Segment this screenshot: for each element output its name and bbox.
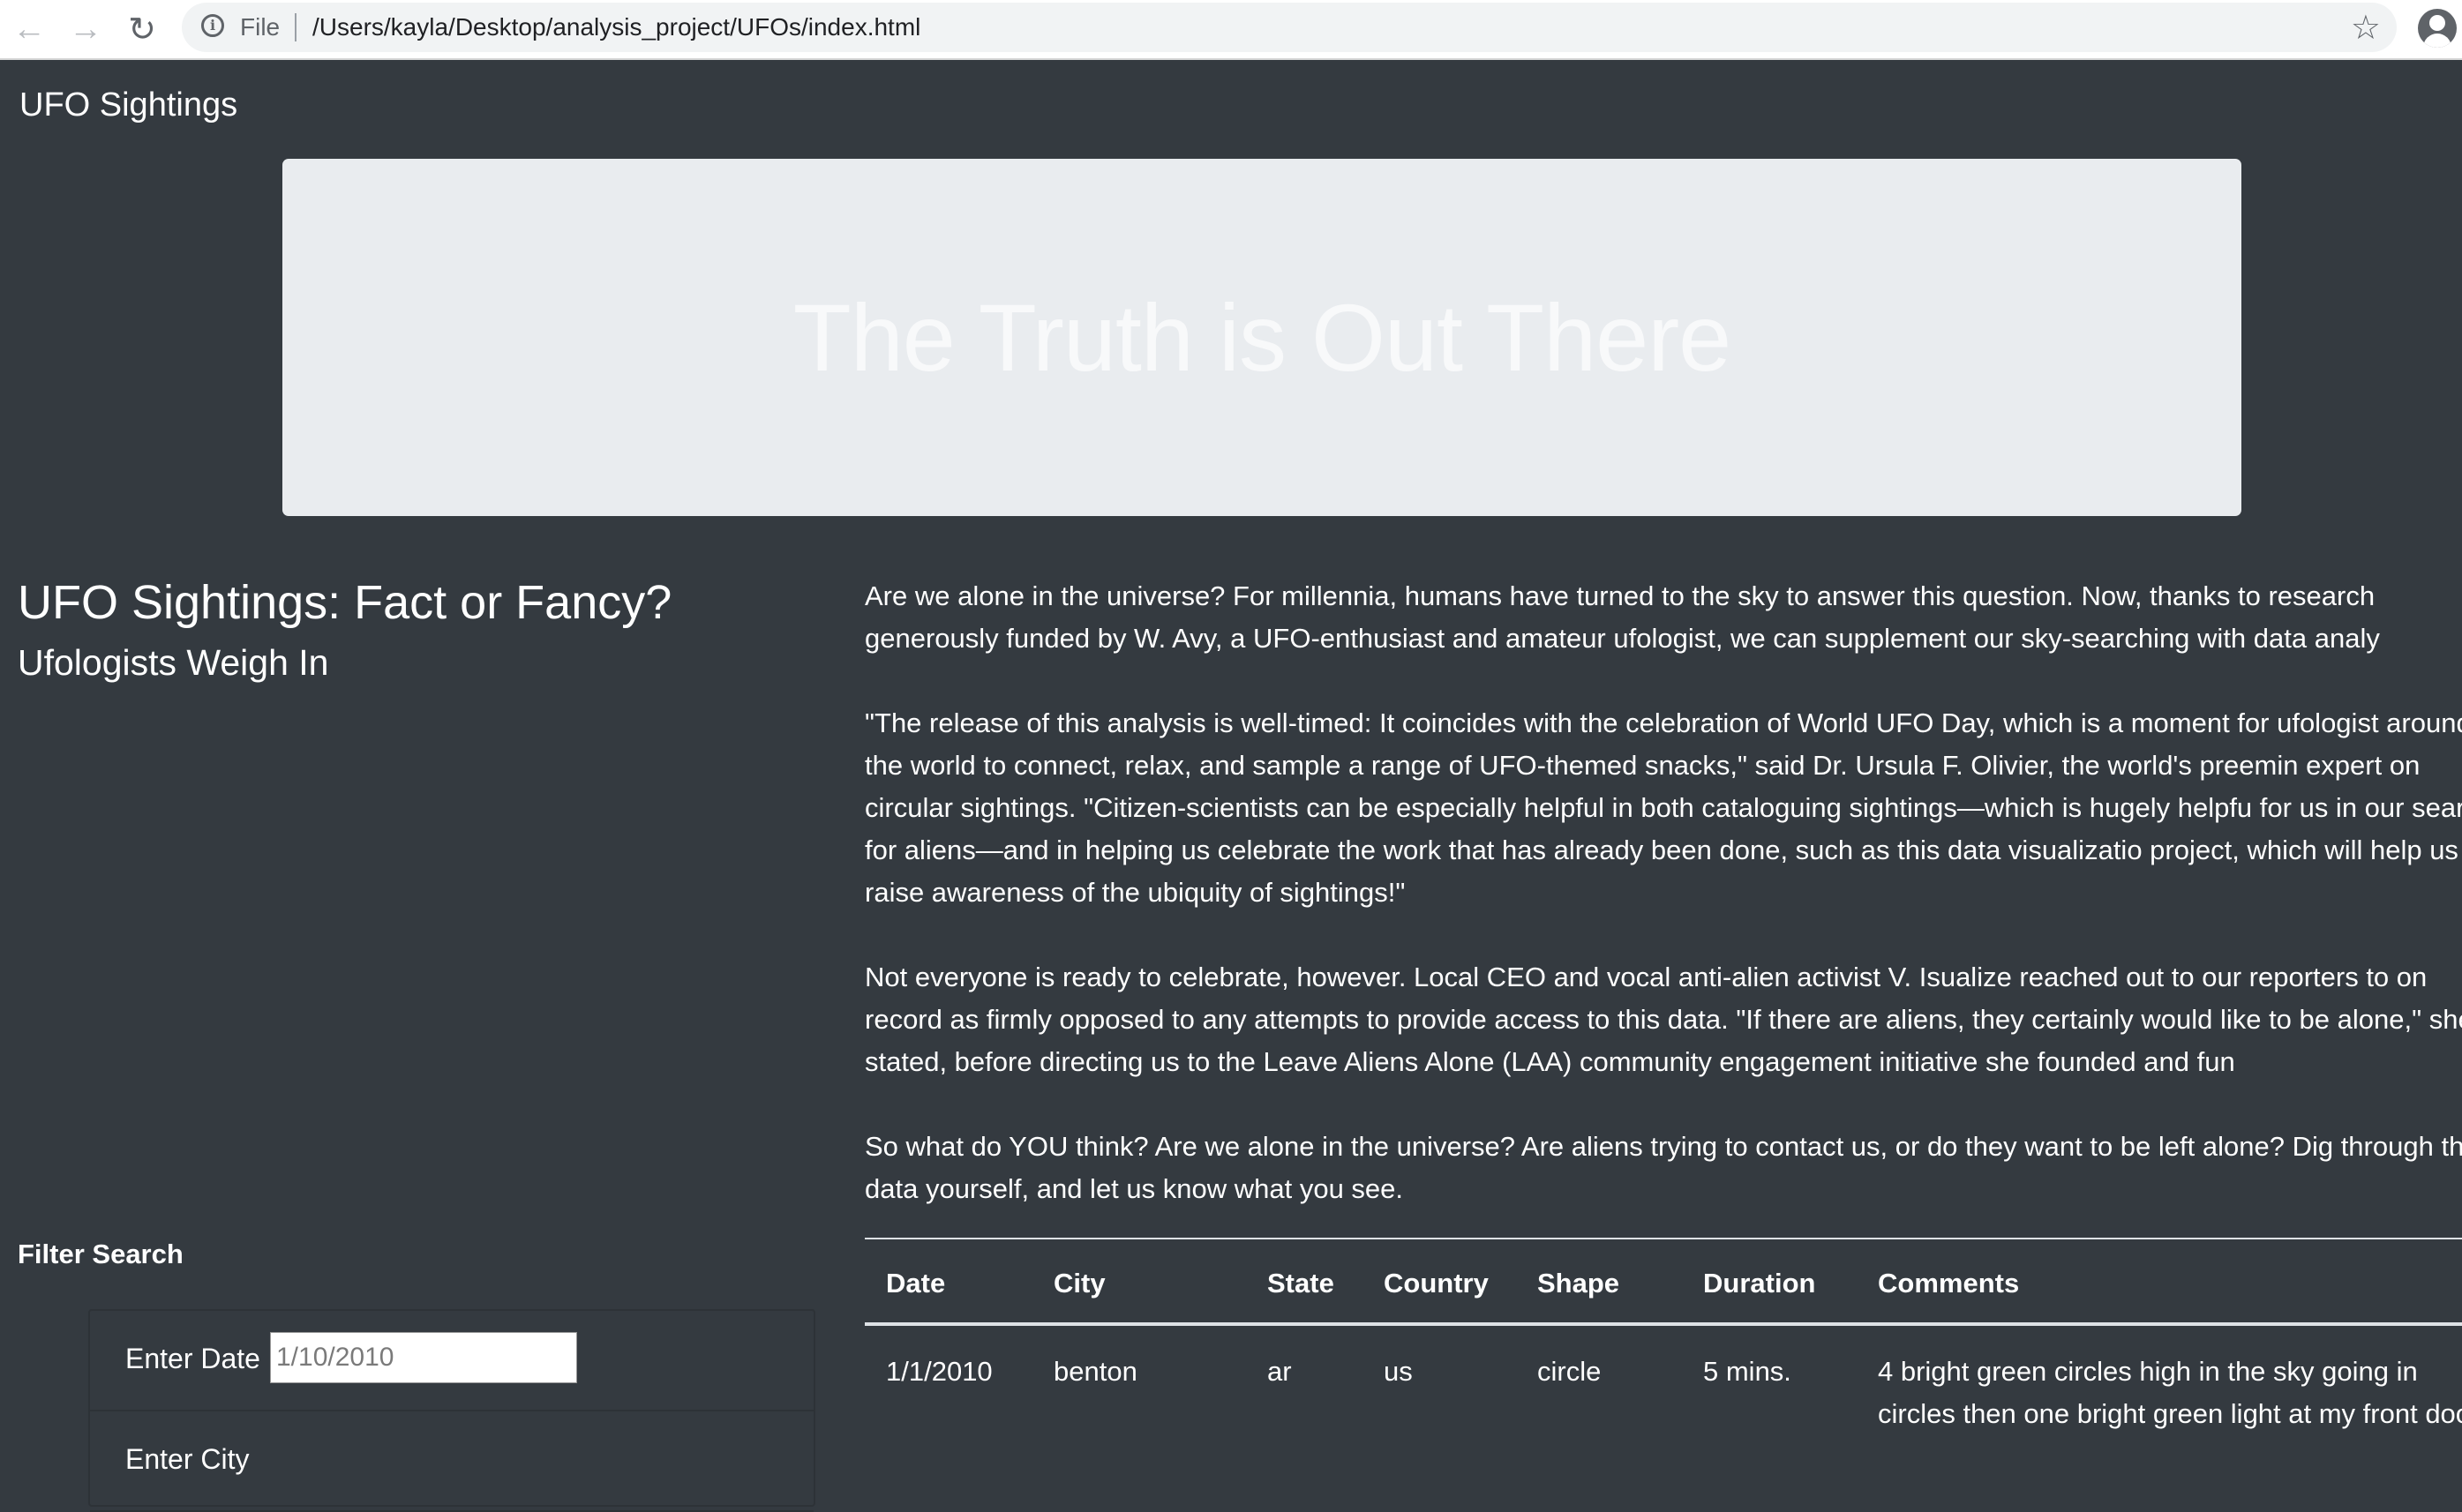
address-bar[interactable]: i File /Users/kayla/Desktop/analysis_pro…: [182, 3, 2397, 52]
cell-comments: 4 bright green circles high in the sky g…: [1878, 1356, 2462, 1429]
info-icon[interactable]: i: [201, 14, 224, 37]
file-scheme-label: File: [240, 13, 281, 41]
bookmark-star-icon[interactable]: ☆: [2351, 8, 2381, 48]
article-paragraph: "The release of this analysis is well-ti…: [865, 707, 2462, 908]
column-header-comments: Comments: [1878, 1268, 2020, 1299]
date-filter-input[interactable]: [270, 1332, 577, 1383]
navbar-brand[interactable]: UFO Sightings: [19, 86, 237, 124]
table-row: 1/1/2010 benton ar us circle 5 mins. 4 b…: [865, 1326, 2462, 1502]
profile-avatar-icon[interactable]: [2418, 9, 2457, 48]
column-header-city: City: [1054, 1268, 1106, 1299]
column-header-date: Date: [886, 1268, 946, 1299]
cell-city: benton: [1054, 1356, 1137, 1387]
page-subtitle: Ufologists Weigh In: [18, 642, 329, 683]
article-paragraph: So what do YOU think? Are we alone in th…: [865, 1131, 2462, 1204]
forward-arrow-icon[interactable]: →: [64, 7, 108, 51]
column-header-shape: Shape: [1537, 1268, 1620, 1299]
address-divider: [295, 13, 296, 41]
column-header-duration: Duration: [1703, 1268, 1816, 1299]
column-header-state: State: [1267, 1268, 1334, 1299]
url-text[interactable]: /Users/kayla/Desktop/analysis_project/UF…: [312, 13, 920, 41]
article-paragraph: Not everyone is ready to celebrate, howe…: [865, 962, 2462, 1077]
jumbotron: The Truth is Out There: [282, 159, 2241, 516]
cell-state: ar: [1267, 1356, 1292, 1387]
column-header-country: Country: [1384, 1268, 1489, 1299]
cell-duration: 5 mins.: [1703, 1356, 1791, 1387]
jumbotron-title: The Truth is Out There: [792, 284, 1731, 391]
back-arrow-icon[interactable]: ←: [7, 7, 51, 51]
filter-item-date: Enter Date: [90, 1311, 814, 1411]
filter-list: Enter Date Enter City: [88, 1309, 815, 1512]
filter-search-title: Filter Search: [18, 1239, 184, 1269]
table-header: Date City State Country Shape Duration C…: [865, 1239, 2462, 1326]
cell-date: 1/1/2010: [886, 1356, 993, 1387]
filter-item-city: Enter City: [90, 1411, 814, 1512]
article-paragraph: Are we alone in the universe? For millen…: [865, 580, 2380, 654]
cell-country: us: [1384, 1356, 1413, 1387]
city-filter-label: Enter City: [125, 1443, 250, 1475]
reload-icon[interactable]: ↻: [120, 7, 164, 51]
cell-shape: circle: [1537, 1356, 1602, 1387]
article-body: Are we alone in the universe? For millen…: [865, 575, 2462, 1253]
date-filter-label: Enter Date: [125, 1343, 260, 1374]
browser-toolbar: ← → ↻ i File /Users/kayla/Desktop/analys…: [0, 0, 2462, 60]
page-title: UFO Sightings: Fact or Fancy?: [18, 576, 672, 629]
ufo-table: Date City State Country Shape Duration C…: [865, 1238, 2462, 1502]
